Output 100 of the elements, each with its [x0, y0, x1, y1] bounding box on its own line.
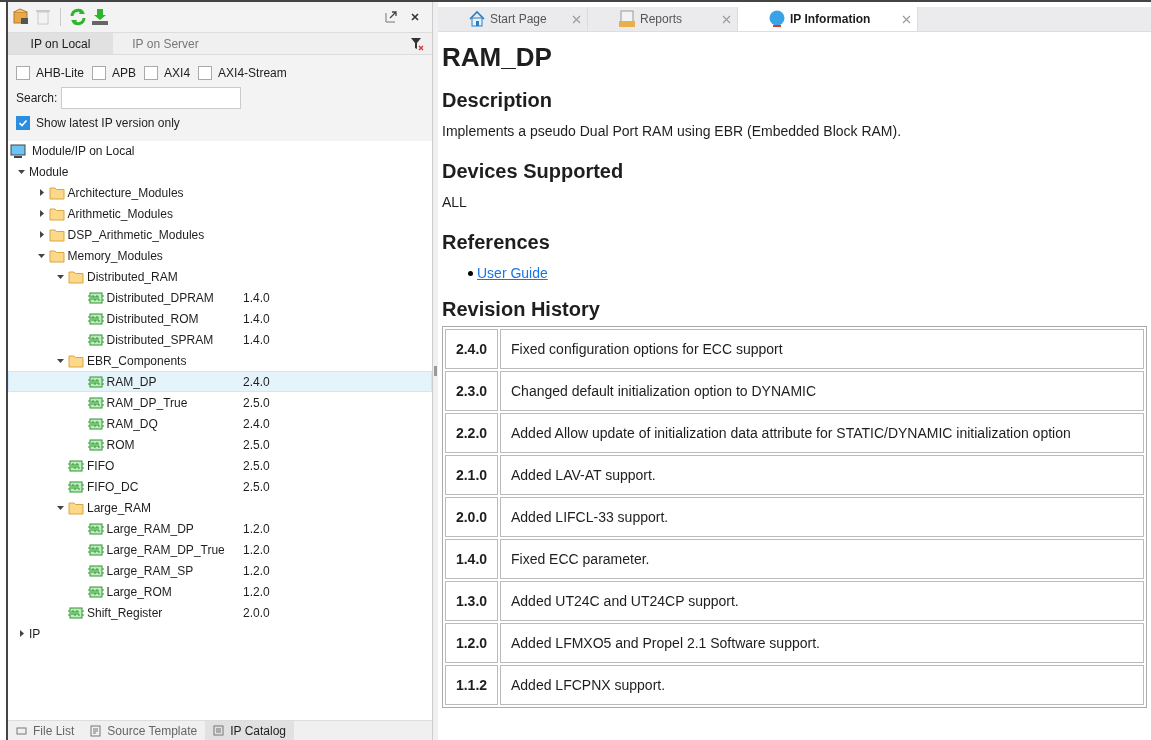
search-label: Search: — [16, 90, 58, 107]
tree-row[interactable]: Distributed_DPRAM 1.4.0 — [8, 287, 432, 308]
document-icon — [90, 724, 102, 737]
box-icon[interactable] — [12, 8, 30, 26]
download-icon[interactable] — [91, 8, 109, 26]
editor-tab[interactable]: Reports — [588, 7, 738, 31]
table-cell: 2.1.0 — [445, 455, 498, 495]
tree-item[interactable]: Large_RAM — [87, 498, 152, 517]
collapse-caret-icon[interactable] — [57, 272, 65, 281]
folder-icon — [48, 247, 65, 264]
expand-caret-icon[interactable] — [37, 188, 46, 197]
table-cell: 1.2.0 — [445, 623, 498, 663]
checkbox[interactable] — [198, 66, 213, 80]
section-heading: Revision History — [442, 297, 601, 322]
chip-icon — [87, 562, 104, 579]
editor-tab[interactable]: IP Information — [738, 7, 918, 31]
folder-icon — [48, 226, 65, 243]
tree-row[interactable]: ROM 2.5.0 — [8, 434, 432, 455]
tree-item[interactable]: Memory_Modules — [67, 246, 163, 265]
tree-row[interactable]: RAM_DP 2.4.0 — [8, 371, 432, 392]
tree-row[interactable]: Large_RAM_DP 1.2.0 — [8, 518, 432, 539]
table-cell: Added Allow update of initialization data attribute for STATIC/DYNAMIC initialization option — [500, 413, 1144, 453]
tree-row[interactable]: RAM_DQ 2.4.0 — [8, 413, 432, 434]
folder-icon — [68, 268, 84, 285]
checkbox[interactable] — [16, 116, 30, 130]
panel-tab[interactable]: IP on Server — [113, 33, 218, 54]
table-cell: 1.4.0 — [445, 539, 498, 579]
check-icon — [18, 118, 28, 128]
panel-tab[interactable]: File List — [8, 721, 83, 740]
tree-item[interactable]: Architecture_Modules — [67, 183, 184, 202]
tree-item[interactable]: Module/IP on Local — [32, 142, 135, 160]
checkbox-label: AXI4-Stream — [218, 65, 287, 82]
checkbox[interactable] — [16, 66, 30, 80]
report-icon — [618, 10, 636, 28]
tree-item[interactable]: Distributed_RAM — [87, 267, 178, 286]
section-heading: Devices Supported — [442, 159, 625, 184]
filter-clear-icon[interactable] — [410, 36, 424, 51]
info-badge-icon — [768, 10, 786, 28]
table-cell: Fixed ECC parameter. — [500, 539, 1144, 579]
chip-icon — [87, 541, 104, 558]
tree-item[interactable]: Module — [29, 162, 69, 181]
collapse-caret-icon[interactable] — [37, 251, 46, 260]
tree-row[interactable]: Distributed_SPRAM 1.4.0 — [8, 329, 432, 350]
folder-icon — [48, 184, 65, 201]
panel-tab[interactable]: Source Template — [82, 721, 206, 740]
chip-icon — [87, 520, 104, 537]
page-title: RAM_DP — [442, 41, 553, 73]
checkbox-label: AXI4 — [164, 65, 191, 82]
float-icon[interactable] — [384, 10, 398, 24]
checkbox[interactable] — [144, 66, 159, 80]
collapse-caret-icon[interactable] — [18, 167, 26, 176]
tree-row[interactable]: Shift_Register 2.0.0 — [8, 602, 432, 623]
tree-row[interactable]: Large_RAM_SP 1.2.0 — [8, 560, 432, 581]
panel-tab[interactable]: IP Catalog — [205, 721, 294, 740]
table-cell: 2.4.0 — [445, 329, 498, 369]
tree-item[interactable]: IP — [29, 624, 41, 643]
folder-icon — [68, 499, 84, 516]
folder-icon — [68, 352, 84, 369]
table-cell: 1.1.2 — [445, 665, 498, 705]
table-cell: 1.3.0 — [445, 581, 498, 621]
table-cell: Changed default initialization option to DYNAMIC — [500, 371, 1144, 411]
folder-icon — [48, 205, 65, 222]
table-cell: Added LFMXO5 and Propel 2.1 Software support. — [500, 623, 1144, 663]
table-cell: Added LIFCL-33 support. — [500, 497, 1144, 537]
tree-row[interactable]: FIFO 2.5.0 — [8, 455, 432, 476]
tree-item[interactable]: Arithmetic_Modules — [67, 204, 173, 223]
link[interactable]: User Guide — [477, 263, 548, 284]
checkbox-label: AHB-Lite — [36, 65, 85, 82]
paragraph: ALL — [442, 193, 468, 212]
chip-icon — [87, 583, 104, 600]
checkbox[interactable] — [92, 66, 107, 80]
table-cell: Added UT24C and UT24CP support. — [500, 581, 1144, 621]
chip-icon — [68, 604, 84, 621]
search-field[interactable] — [61, 87, 242, 109]
tree-row[interactable]: FIFO_DC 2.5.0 — [8, 476, 432, 497]
collapse-caret-icon[interactable] — [57, 356, 65, 365]
chip-icon — [87, 310, 104, 327]
collapse-caret-icon[interactable] — [57, 503, 65, 512]
bullet-icon — [468, 271, 473, 276]
table-cell: 2.0.0 — [445, 497, 498, 537]
expand-caret-icon[interactable] — [37, 209, 46, 218]
tree-item[interactable]: DSP_Arithmetic_Modules — [67, 225, 205, 244]
folder-icon — [16, 724, 27, 737]
section-heading: Description — [442, 88, 554, 113]
chip-icon — [87, 373, 104, 390]
tree-row[interactable]: Large_RAM_DP_True 1.2.0 — [8, 539, 432, 560]
panel-tab[interactable]: IP on Local — [8, 33, 113, 54]
tree-row[interactable]: Distributed_ROM 1.4.0 — [8, 308, 432, 329]
tree-row[interactable]: Large_ROM 1.2.0 — [8, 581, 432, 602]
tree-item[interactable]: EBR_Components — [87, 351, 187, 370]
chip-icon — [68, 457, 84, 474]
splitter-handle[interactable] — [434, 366, 437, 376]
close-icon[interactable] — [410, 12, 420, 22]
editor-tab[interactable]: Start Page — [438, 7, 588, 31]
expand-caret-icon[interactable] — [18, 629, 26, 638]
paragraph: Implements a pseudo Dual Port RAM using EBR (Embedded Block RAM). — [442, 122, 903, 141]
table-cell: Fixed configuration options for ECC support — [500, 329, 1144, 369]
expand-caret-icon[interactable] — [37, 230, 46, 239]
tree-row[interactable]: RAM_DP_True 2.5.0 — [8, 392, 432, 413]
chip-icon — [87, 436, 104, 453]
